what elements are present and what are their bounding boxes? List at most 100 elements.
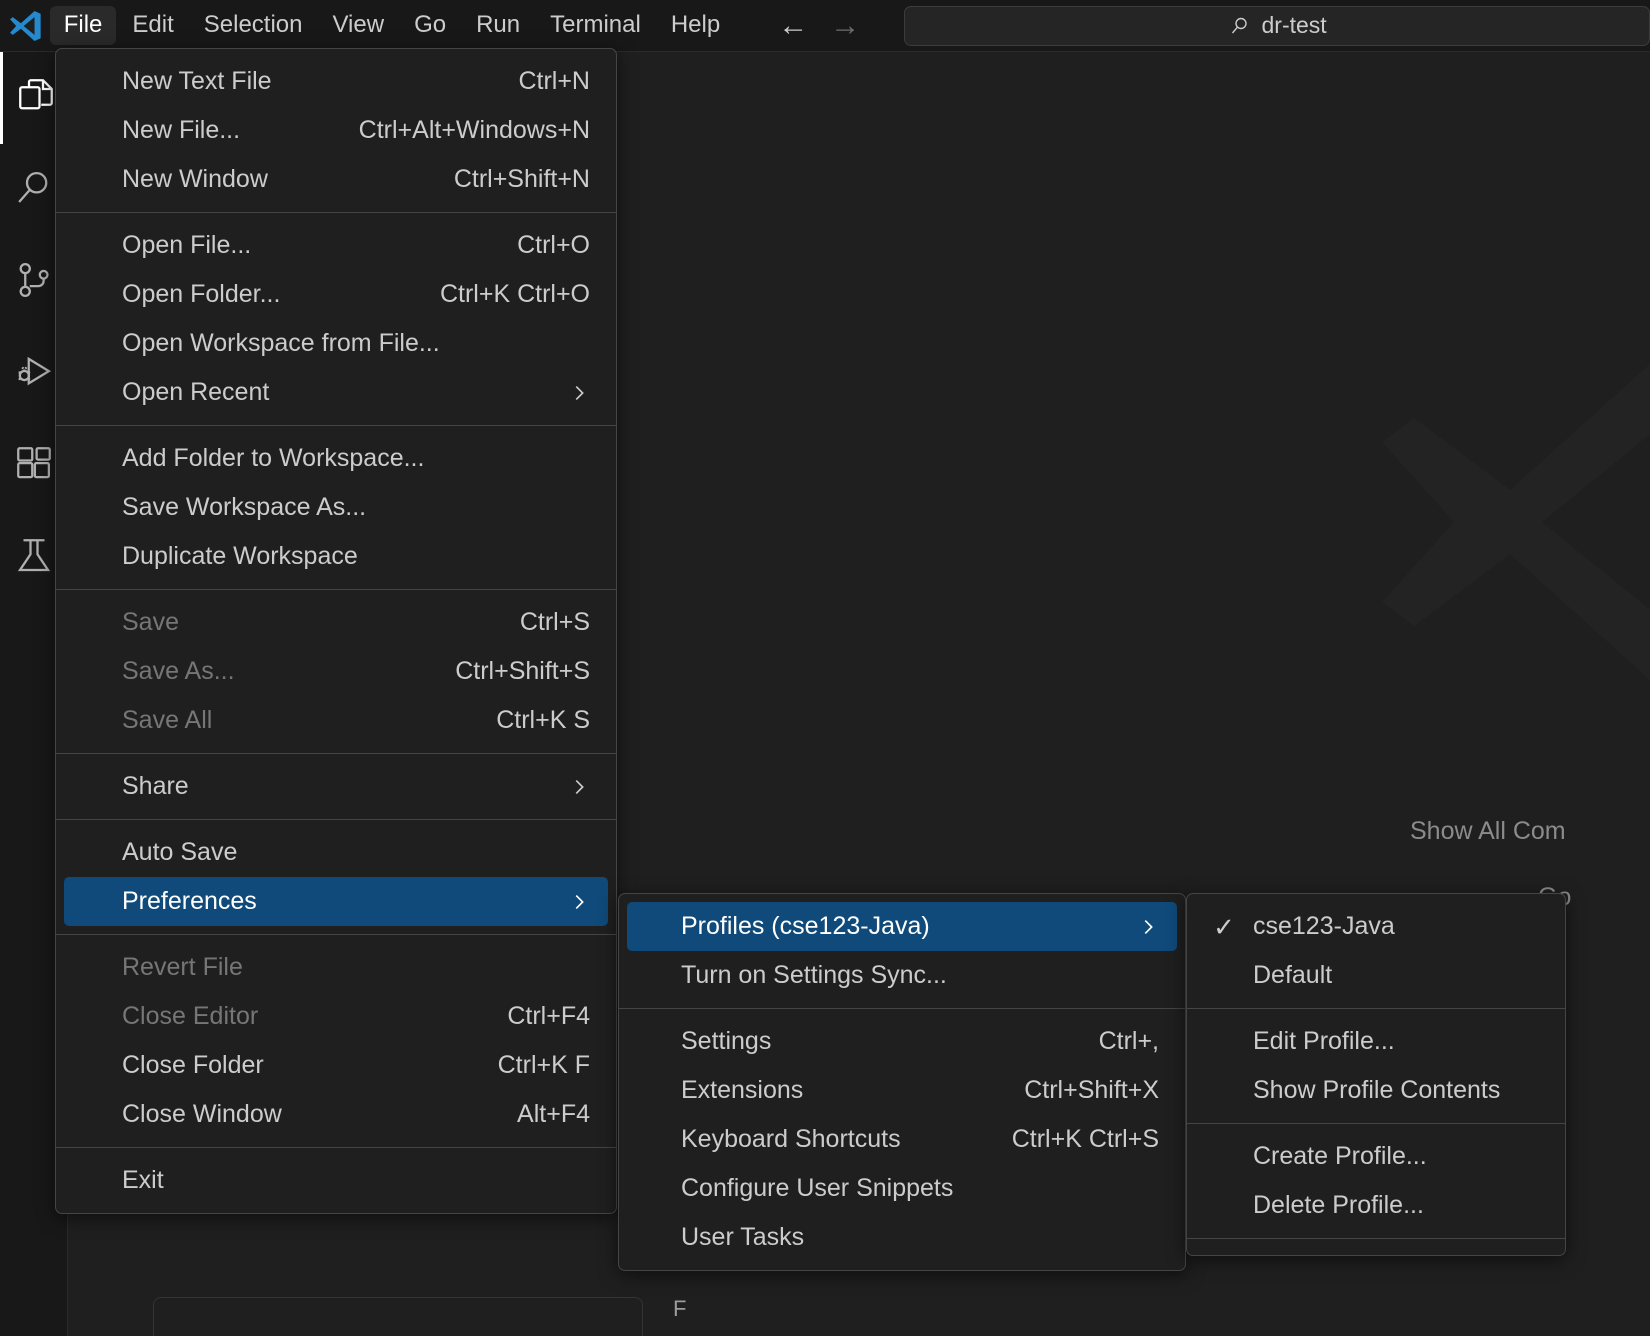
menu-item-share[interactable]: Share [64,762,608,811]
menu-item-label: Exit [122,1166,590,1195]
menu-item-profile-default[interactable]: Default [1195,951,1557,1000]
menu-separator [1187,1008,1565,1009]
menu-item-preferences[interactable]: Preferences [64,877,608,926]
menu-item-save-all: Save All Ctrl+K S [64,696,608,745]
menu-separator [56,934,616,935]
menu-item-label: Delete Profile... [1253,1191,1539,1220]
menubar-item-edit[interactable]: Edit [118,6,187,45]
welcome-link-show-all-commands[interactable]: Show All Com [1410,817,1566,846]
menu-item-open-recent[interactable]: Open Recent [64,368,608,417]
title-bar: File Edit Selection View Go Run Terminal… [0,0,1650,52]
arrow-right-icon[interactable]: → [830,11,860,41]
menu-item-label: Turn on Settings Sync... [681,961,1159,990]
menu-item-open-file[interactable]: Open File... Ctrl+O [64,221,608,270]
menu-item-label: Share [122,772,534,801]
menu-item-new-text-file[interactable]: New Text File Ctrl+N [64,57,608,106]
menu-separator [56,1147,616,1148]
menu-item-keyboard-shortcuts[interactable]: Keyboard Shortcuts Ctrl+K Ctrl+S [627,1115,1177,1164]
menu-item-shortcut: Ctrl+K S [496,706,590,735]
menu-item-label: Open Workspace from File... [122,329,590,358]
menu-item-extensions[interactable]: Extensions Ctrl+Shift+X [627,1066,1177,1115]
menu-item-shortcut: Alt+F4 [517,1100,590,1129]
menu-separator [56,819,616,820]
menu-bar: File Edit Selection View Go Run Terminal… [50,0,734,52]
menu-item-settings[interactable]: Settings Ctrl+, [627,1017,1177,1066]
menu-item-turn-on-settings-sync[interactable]: Turn on Settings Sync... [627,951,1177,1000]
menu-item-shortcut: Ctrl+, [1099,1027,1159,1056]
search-icon [13,167,55,214]
menu-item-revert-file: Revert File [64,943,608,992]
vscode-logo-icon [0,0,50,52]
menubar-item-run[interactable]: Run [462,6,534,45]
menu-item-delete-profile[interactable]: Delete Profile... [1195,1181,1557,1230]
menu-item-edit-profile[interactable]: Edit Profile... [1195,1017,1557,1066]
menu-separator [1187,1123,1565,1124]
menu-item-exit[interactable]: Exit [64,1156,608,1205]
vscode-watermark-logo [1348,322,1650,722]
menu-item-label: New Window [122,165,414,194]
menu-separator [56,753,616,754]
menu-item-open-workspace-from-file[interactable]: Open Workspace from File... [64,319,608,368]
menu-item-profile-cse123-java[interactable]: ✓ cse123-Java [1195,902,1557,951]
menu-item-show-profile-contents[interactable]: Show Profile Contents [1195,1066,1557,1115]
menu-separator [1187,1238,1565,1239]
menu-item-open-folder[interactable]: Open Folder... Ctrl+K Ctrl+O [64,270,608,319]
menu-item-shortcut: Ctrl+Alt+Windows+N [359,116,590,145]
menu-item-label: User Tasks [681,1223,1159,1252]
menu-item-shortcut: Ctrl+Shift+S [455,657,590,686]
menu-item-label: Open Folder... [122,280,400,309]
extensions-icon [13,443,55,490]
menu-item-close-folder[interactable]: Close Folder Ctrl+K F [64,1041,608,1090]
menu-item-label: Close Folder [122,1051,458,1080]
background-panel [153,1297,643,1336]
menubar-item-terminal[interactable]: Terminal [536,6,655,45]
menu-item-new-file[interactable]: New File... Ctrl+Alt+Windows+N [64,106,608,155]
menubar-item-go[interactable]: Go [400,6,460,45]
chevron-right-icon [568,891,590,913]
menu-item-save-as: Save As... Ctrl+Shift+S [64,647,608,696]
search-icon [1228,14,1252,38]
menu-item-label: Edit Profile... [1253,1027,1539,1056]
menu-item-label: Open File... [122,231,477,260]
menu-item-label: Auto Save [122,838,590,867]
menubar-item-file[interactable]: File [50,6,117,45]
chevron-right-icon [1137,916,1159,938]
menu-item-create-profile[interactable]: Create Profile... [1195,1132,1557,1181]
menu-item-label: Close Editor [122,1002,467,1031]
menubar-item-help[interactable]: Help [657,6,734,45]
menu-item-label: Save All [122,706,456,735]
navigation-arrows: ← → [778,11,860,41]
menu-item-label: New File... [122,116,319,145]
menu-item-shortcut: Ctrl+Shift+X [1024,1076,1159,1105]
menu-item-close-editor: Close Editor Ctrl+F4 [64,992,608,1041]
background-letter: F [673,1296,686,1322]
menu-item-label: Configure User Snippets [681,1174,1159,1203]
arrow-left-icon[interactable]: ← [778,11,808,41]
menu-separator [56,212,616,213]
menu-item-label: Settings [681,1027,1059,1056]
vscode-window: Show All Com Go nd ull F [0,0,1650,1336]
menu-item-new-window[interactable]: New Window Ctrl+Shift+N [64,155,608,204]
menu-item-configure-user-snippets[interactable]: Configure User Snippets [627,1164,1177,1213]
menu-item-auto-save[interactable]: Auto Save [64,828,608,877]
preferences-submenu: Profiles (cse123-Java) Turn on Settings … [618,893,1186,1271]
menu-item-label: Save As... [122,657,415,686]
chevron-right-icon [568,776,590,798]
menu-item-shortcut: Ctrl+K Ctrl+S [1012,1125,1159,1154]
source-control-icon [13,259,55,306]
menubar-item-view[interactable]: View [318,6,398,45]
menu-item-shortcut: Ctrl+O [517,231,590,260]
menu-item-add-folder-to-workspace[interactable]: Add Folder to Workspace... [64,434,608,483]
menu-item-label: Add Folder to Workspace... [122,444,590,473]
menu-item-label: Profiles (cse123-Java) [681,912,1103,941]
menubar-item-selection[interactable]: Selection [190,6,317,45]
menu-item-close-window[interactable]: Close Window Alt+F4 [64,1090,608,1139]
menu-separator [56,425,616,426]
menu-item-label: Keyboard Shortcuts [681,1125,972,1154]
menu-item-user-tasks[interactable]: User Tasks [627,1213,1177,1262]
command-center-text: dr-test [1262,12,1327,39]
menu-item-duplicate-workspace[interactable]: Duplicate Workspace [64,532,608,581]
menu-item-profiles[interactable]: Profiles (cse123-Java) [627,902,1177,951]
menu-item-save-workspace-as[interactable]: Save Workspace As... [64,483,608,532]
command-center[interactable]: dr-test [904,6,1650,46]
